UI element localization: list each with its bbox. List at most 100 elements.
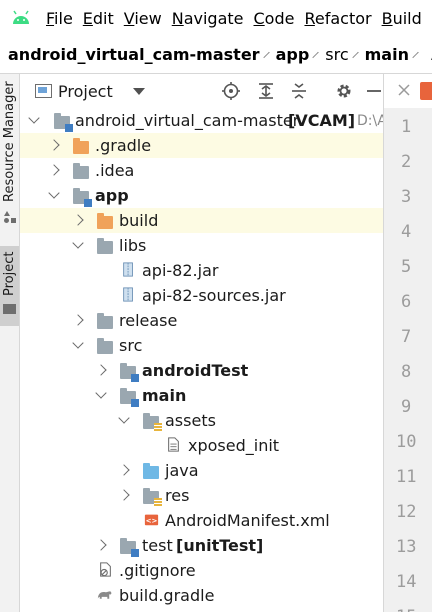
chevron-right-icon[interactable] — [48, 164, 60, 176]
tree-row-root[interactable]: android_virtual_cam-master [VCAM] D:\Ar — [20, 108, 383, 133]
gradle-elephant-icon — [97, 591, 112, 599]
close-icon[interactable] — [398, 84, 410, 96]
chevron-down-icon[interactable] — [72, 237, 84, 249]
tree-label: assets — [165, 411, 216, 430]
tree-label: build.gradle — [119, 586, 215, 605]
tree-row-libs[interactable]: libs — [20, 233, 383, 258]
breadcrumb-separator-icon — [351, 51, 359, 58]
menu-edit[interactable]: Edit — [83, 9, 114, 28]
chevron-right-icon[interactable] — [118, 464, 130, 476]
tree-label: xposed_init — [188, 436, 280, 455]
line-number: 3 — [401, 187, 412, 207]
chevron-down-icon[interactable] — [72, 337, 84, 349]
jar-file-icon — [123, 262, 133, 277]
tree-label: libs — [119, 236, 147, 255]
breadcrumb-module[interactable]: app — [276, 45, 310, 64]
line-number: 10 — [396, 432, 417, 452]
breadcrumb-project[interactable]: android_virtual_cam-master — [8, 45, 260, 64]
expand-all-icon[interactable] — [257, 82, 275, 100]
menu-build[interactable]: Build — [382, 9, 422, 28]
line-number: 12 — [396, 502, 417, 522]
tree-row-app[interactable]: app — [20, 183, 383, 208]
tree-label: src — [119, 336, 143, 355]
svg-text:<>: <> — [146, 516, 158, 525]
tree-row-jar-sources[interactable]: api-82-sources.jar — [20, 283, 383, 308]
folder-icon — [97, 238, 113, 254]
chevron-down-icon[interactable] — [28, 112, 40, 124]
chevron-down-icon[interactable] — [48, 187, 60, 199]
menu-file[interactable]: File — [46, 9, 73, 28]
menu-code[interactable]: Code — [254, 9, 295, 28]
tree-label: api-82-sources.jar — [142, 286, 286, 305]
tree-row-idea[interactable]: .idea — [20, 158, 383, 183]
panel-title: Project — [58, 81, 113, 101]
menu-bar: File Edit View Navigate Code Refactor Bu… — [0, 0, 432, 36]
line-number: 1 — [401, 117, 412, 137]
line-number: 6 — [401, 292, 412, 312]
resource-manager-icon — [4, 211, 16, 223]
project-tool-label: Project — [2, 251, 17, 296]
resources-folder-icon — [143, 488, 162, 506]
folder-icon — [73, 163, 89, 179]
tree-label: res — [165, 486, 190, 505]
tree-row-release[interactable]: release — [20, 308, 383, 333]
breadcrumb: android_virtual_cam-master app src main … — [0, 36, 432, 74]
tree-row-assets[interactable]: assets — [20, 408, 383, 433]
source-set-folder-icon — [120, 388, 139, 407]
project-tool-button[interactable]: Project — [0, 246, 19, 326]
tree-label: .gitignore — [119, 561, 196, 580]
gear-icon[interactable] — [335, 82, 353, 100]
folder-icon — [97, 338, 113, 354]
tree-row-xposed-init[interactable]: xposed_init — [20, 433, 383, 458]
chevron-right-icon[interactable] — [95, 364, 107, 376]
tree-row-build-gradle[interactable]: build.gradle — [20, 583, 383, 608]
tree-row-jar[interactable]: api-82.jar — [20, 258, 383, 283]
menu-refactor[interactable]: Refactor — [304, 9, 371, 28]
tree-row-java[interactable]: java — [20, 458, 383, 483]
tree-row-gradle[interactable]: .gradle — [20, 133, 383, 158]
line-number: 11 — [396, 467, 417, 487]
tree-row-src[interactable]: src — [20, 333, 383, 358]
tree-row-test[interactable]: test [unitTest] — [20, 533, 383, 558]
chevron-right-icon[interactable] — [95, 539, 107, 551]
line-number: 2 — [401, 152, 412, 172]
tree-row-main[interactable]: main — [20, 383, 383, 408]
resource-manager-label: Resource Manager — [2, 81, 17, 202]
manifest-tab-file-icon[interactable] — [420, 82, 432, 100]
module-folder-icon — [73, 188, 92, 207]
tree-label: androidTest — [142, 361, 249, 380]
tree-row-build[interactable]: build — [20, 208, 383, 233]
source-set-folder-icon — [120, 363, 139, 382]
chevron-right-icon[interactable] — [118, 489, 130, 501]
tree-row-manifest[interactable]: <> AndroidManifest.xml — [20, 508, 383, 533]
project-folder-icon — [3, 304, 16, 314]
breadcrumb-src[interactable]: src — [325, 45, 348, 64]
tree-row-res[interactable]: res — [20, 483, 383, 508]
hide-panel-icon[interactable] — [365, 82, 383, 100]
project-view-icon — [35, 84, 52, 98]
tree-row-android-test[interactable]: androidTest — [20, 358, 383, 383]
tree-label: .idea — [95, 161, 135, 180]
collapse-all-icon[interactable] — [290, 82, 308, 100]
menu-navigate[interactable]: Navigate — [172, 9, 244, 28]
select-opened-file-icon[interactable] — [222, 82, 240, 100]
tree-label: app — [95, 186, 129, 205]
menu-view[interactable]: View — [124, 9, 162, 28]
editor-gutter: 1 2 3 4 5 6 7 8 9 10 11 12 13 14 15 — [383, 108, 432, 612]
tree-label: release — [119, 311, 178, 330]
breadcrumb-main[interactable]: main — [365, 45, 409, 64]
chevron-right-icon[interactable] — [72, 314, 84, 326]
chevron-right-icon[interactable] — [48, 139, 60, 151]
tree-row-gitignore[interactable]: .gitignore — [20, 558, 383, 583]
root-project-name: android_virtual_cam-master — [75, 111, 300, 130]
jar-file-icon — [123, 287, 133, 302]
chevron-down-icon[interactable] — [95, 387, 107, 399]
project-tree: android_virtual_cam-master [VCAM] D:\Ar … — [20, 108, 383, 612]
line-number: 14 — [396, 572, 417, 592]
text-file-icon — [168, 437, 179, 452]
chevron-down-icon[interactable] — [118, 412, 130, 424]
xml-file-icon: <> — [144, 514, 159, 526]
resource-manager-tool-button[interactable]: Resource Manager — [0, 81, 19, 232]
view-dropdown-chevron-down-icon[interactable] — [132, 87, 145, 95]
chevron-right-icon[interactable] — [72, 214, 84, 226]
